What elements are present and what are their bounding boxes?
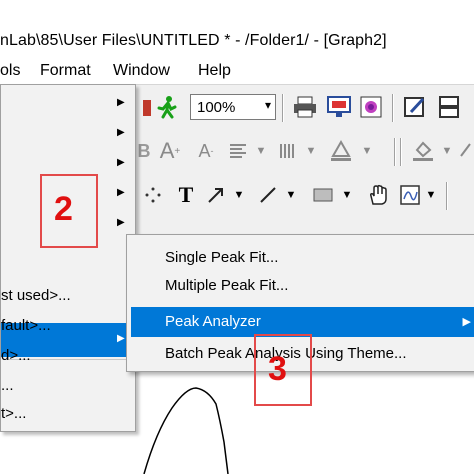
text-tool-icon[interactable]: T (174, 180, 198, 210)
toolbar-separator (392, 94, 394, 122)
run-icon[interactable] (154, 92, 180, 122)
menu-window[interactable]: Window (113, 62, 170, 80)
submenu-arrow-icon: ▶ (117, 217, 125, 228)
export-image-icon[interactable] (324, 92, 354, 122)
increase-font-icon[interactable]: A + (156, 136, 184, 166)
hand-tool-icon[interactable] (364, 180, 392, 210)
multiple-peak-fit-item[interactable]: Multiple Peak Fit... (127, 271, 474, 301)
line-color-icon[interactable] (458, 136, 474, 166)
step-2-number: 2 (54, 190, 73, 228)
peak-analyzer-label: Peak Analyzer (165, 313, 261, 330)
arrow-tool-icon[interactable] (204, 180, 228, 210)
chevron-down-icon: ▾ (264, 98, 271, 112)
decrease-font-icon[interactable]: A- (192, 136, 220, 166)
chevron-down-icon[interactable]: ▼ (284, 180, 298, 210)
menu-item-recent[interactable]: t>... (1, 405, 26, 422)
menu-item-more[interactable]: ... (1, 377, 14, 394)
menu-bar: ols Format Window Help (0, 58, 474, 84)
submenu-arrow-icon: ▶ (117, 333, 125, 344)
font-size-icon: B (137, 140, 151, 161)
menu-item-last-used[interactable]: st used>... (1, 287, 71, 304)
layer-icon[interactable] (356, 92, 386, 122)
tools-menu: ▶ ▶ ▶ ▶ ▶ ▶ st used>... fault>... d>... … (0, 84, 136, 432)
edit-icon[interactable] (400, 92, 430, 122)
step-3-number: 3 (268, 350, 287, 388)
chevron-down-icon[interactable]: ▼ (340, 180, 354, 210)
chevron-down-icon[interactable]: ▼ (360, 136, 374, 166)
chevron-down-icon[interactable]: ▼ (254, 136, 268, 166)
region-select-icon[interactable] (142, 180, 164, 210)
zoom-combobox[interactable]: 100% ▾ (190, 94, 276, 120)
align-icon[interactable] (224, 136, 252, 166)
submenu-arrow-icon: ▶ (117, 127, 125, 138)
menu-tools[interactable]: ols (0, 62, 20, 80)
window-title: nLab\85\User Files\UNTITLED * - /Folder1… (0, 32, 387, 49)
peak-analyzer-item[interactable]: Peak Analyzer ▶ (131, 307, 474, 337)
fill-color-icon[interactable] (408, 136, 438, 166)
title-bar: nLab\85\User Files\UNTITLED * - /Folder1… (0, 0, 474, 58)
line-tool-icon[interactable] (256, 180, 280, 210)
chevron-down-icon[interactable]: ▼ (304, 136, 318, 166)
menu-format[interactable]: Format (40, 62, 91, 80)
bar-pattern-icon[interactable] (274, 136, 300, 166)
multiple-peak-fit-label: Multiple Peak Fit... (165, 277, 289, 294)
print-icon[interactable] (290, 92, 320, 122)
graph-data-icon[interactable] (396, 180, 424, 210)
chevron-down-icon[interactable]: ▼ (232, 180, 246, 210)
zoom-value: 100% (197, 98, 236, 116)
partial-icon (140, 92, 154, 122)
toolbar-separator (282, 94, 284, 122)
menu-item-default[interactable]: fault>... (1, 317, 51, 334)
rectangle-tool-icon[interactable] (310, 180, 336, 210)
step-3-callout: 3 (254, 334, 312, 406)
toolbar-separator (394, 138, 396, 166)
submenu-arrow-icon: ▶ (117, 97, 125, 108)
menu-item-custom[interactable]: d>... (1, 347, 31, 364)
toolbar-separator (446, 182, 448, 210)
single-peak-fit-label: Single Peak Fit... (165, 249, 279, 266)
submenu-arrow-icon: ▶ (117, 157, 125, 168)
chevron-down-icon[interactable]: ▼ (440, 136, 454, 166)
font-color-icon[interactable] (326, 136, 356, 166)
chevron-down-icon[interactable]: ▼ (424, 180, 438, 210)
toolbar-separator (400, 138, 402, 166)
submenu-arrow-icon: ▶ (117, 187, 125, 198)
step-2-callout: 2 (40, 174, 98, 248)
single-peak-fit-item[interactable]: Single Peak Fit... (127, 243, 474, 273)
menu-help[interactable]: Help (198, 62, 231, 80)
submenu-arrow-icon: ▶ (462, 316, 471, 328)
window-layout-icon[interactable] (434, 92, 464, 122)
